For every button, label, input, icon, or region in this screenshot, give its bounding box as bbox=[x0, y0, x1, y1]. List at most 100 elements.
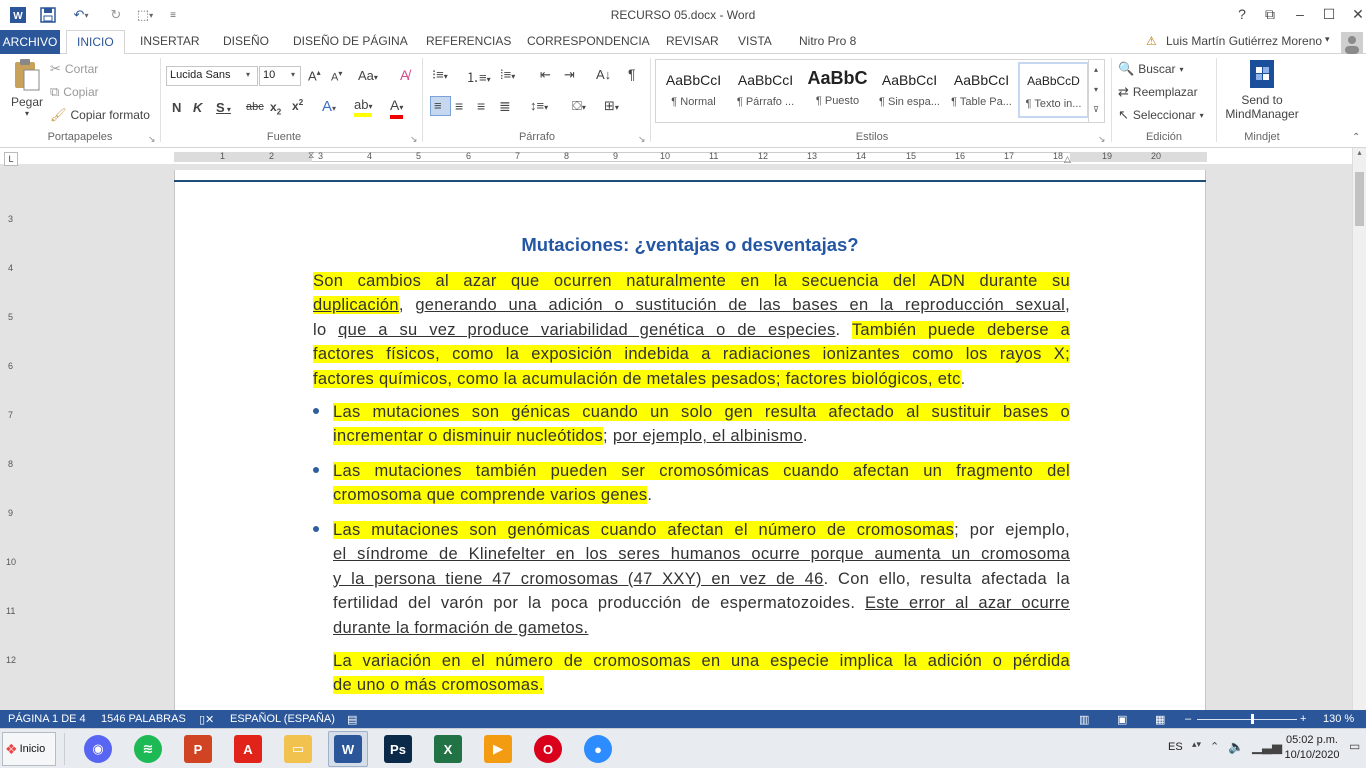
volume-icon[interactable]: 🔈 bbox=[1228, 739, 1244, 755]
font-color-icon[interactable]: A▾ bbox=[390, 98, 404, 119]
help-button[interactable]: ? bbox=[1228, 6, 1256, 24]
vertical-scrollbar[interactable]: ▴ bbox=[1352, 148, 1366, 710]
style-normal[interactable]: AaBbCcI ¶ Normal bbox=[658, 62, 729, 118]
taskbar-app-excel[interactable]: X bbox=[428, 731, 468, 767]
web-layout-icon[interactable]: ▦ bbox=[1155, 713, 1165, 726]
align-center-icon[interactable]: ≡ bbox=[455, 98, 463, 114]
tab-view[interactable]: VISTA bbox=[738, 34, 772, 48]
line-spacing-icon[interactable]: ↕≡▾ bbox=[530, 98, 548, 113]
font-family-select[interactable]: Lucida Sans bbox=[166, 66, 258, 86]
tab-mailings[interactable]: CORRESPONDENCIA bbox=[527, 34, 650, 48]
document-heading[interactable]: Mutaciones: ¿ventajas o desventajas? bbox=[174, 234, 1206, 256]
minimize-button[interactable]: – bbox=[1286, 6, 1314, 24]
copy-button[interactable]: ⧉ Copiar bbox=[50, 83, 99, 101]
right-indent-marker-icon[interactable]: △ bbox=[1064, 154, 1071, 165]
language-indicator[interactable]: ESPAÑOL (ESPAÑA) bbox=[230, 713, 335, 725]
macro-icon[interactable]: ▤ bbox=[347, 713, 357, 726]
taskbar-app-photoshop[interactable]: Ps bbox=[378, 731, 418, 767]
justify-icon[interactable]: ≣ bbox=[499, 98, 511, 115]
taskbar-app-media[interactable]: ▶ bbox=[478, 731, 518, 767]
zoom-slider-thumb[interactable] bbox=[1251, 714, 1254, 724]
style-table-paragraph[interactable]: AaBbCcI ¶ Table Pa... bbox=[946, 62, 1017, 118]
clock[interactable]: 05:02 p.m. 10/10/2020 bbox=[1280, 733, 1344, 763]
tab-references[interactable]: REFERENCIAS bbox=[426, 34, 511, 48]
tab-file[interactable]: ARCHIVO bbox=[0, 30, 60, 54]
multilevel-list-icon[interactable]: ⁞≡▾ bbox=[500, 67, 515, 82]
tab-design[interactable]: DISEÑO bbox=[223, 34, 269, 48]
paragraph-launcher-icon[interactable]: ↘ bbox=[638, 134, 646, 145]
tab-selector[interactable]: L bbox=[4, 152, 18, 166]
collapse-ribbon-icon[interactable]: ⌃ bbox=[1352, 132, 1360, 143]
paragraph-variation[interactable]: La variación en el número de cromosomas … bbox=[333, 649, 1070, 698]
style-no-spacing[interactable]: AaBbCcI ¶ Sin espa... bbox=[874, 62, 945, 118]
numbering-icon[interactable]: ⒈≡▾ bbox=[466, 67, 491, 86]
indent-marker-icon[interactable]: ⧖ bbox=[308, 150, 314, 161]
network-icon[interactable]: ▁▃▅ bbox=[1252, 739, 1282, 755]
tab-nitro[interactable]: Nitro Pro 8 bbox=[799, 34, 856, 48]
styles-scroll[interactable]: ▴ ▾ ⊽ bbox=[1088, 60, 1103, 122]
taskbar-app-word[interactable]: W bbox=[328, 731, 368, 767]
font-size-dropdown-icon[interactable]: ▾ bbox=[291, 70, 295, 79]
taskbar-app-discord[interactable]: ◉ bbox=[78, 731, 118, 767]
taskbar-app-opera[interactable]: O bbox=[528, 731, 568, 767]
zoom-level[interactable]: 130 % bbox=[1323, 713, 1354, 725]
zoom-in-icon[interactable]: + bbox=[1300, 713, 1306, 725]
taskbar-app-zoom[interactable]: ● bbox=[578, 731, 618, 767]
borders-icon[interactable]: ⊞▾ bbox=[604, 98, 619, 114]
shading-icon[interactable]: ⛋▾ bbox=[572, 98, 586, 114]
italic-icon[interactable]: K bbox=[193, 100, 202, 115]
start-button[interactable]: ❖ Inicio bbox=[2, 732, 56, 766]
sort-icon[interactable]: A↓ bbox=[596, 67, 611, 82]
style-title[interactable]: AaBbC ¶ Puesto bbox=[802, 62, 873, 118]
vertical-ruler[interactable]: 3 4 5 6 7 8 9 10 11 12 bbox=[6, 170, 18, 710]
show-marks-icon[interactable]: ¶ bbox=[628, 66, 636, 82]
taskbar-app-acrobat[interactable]: A bbox=[228, 731, 268, 767]
input-language[interactable]: ES bbox=[1168, 741, 1183, 753]
tab-insert[interactable]: INSERTAR bbox=[140, 34, 200, 48]
font-launcher-icon[interactable]: ↘ bbox=[410, 134, 418, 145]
zoom-slider[interactable] bbox=[1197, 719, 1297, 720]
font-family-dropdown-icon[interactable]: ▾ bbox=[246, 70, 250, 79]
avatar[interactable] bbox=[1341, 32, 1363, 54]
user-name[interactable]: Luis Martín Gutiérrez Moreno bbox=[1166, 34, 1322, 48]
print-layout-icon[interactable]: ▣ bbox=[1117, 713, 1127, 726]
bullet-genomic-mutations[interactable]: Las mutaciones son genómicas cuando afec… bbox=[333, 518, 1070, 640]
bullet-gene-mutations[interactable]: Las mutaciones son génicas cuando un sol… bbox=[333, 400, 1070, 449]
proofing-icon[interactable]: ▯✕ bbox=[199, 713, 214, 726]
horizontal-ruler[interactable]: 1 2 3 4 5 6 7 8 9 10 11 12 13 14 15 16 1… bbox=[174, 150, 1207, 164]
word-count[interactable]: 1546 PALABRAS bbox=[101, 713, 186, 725]
select-button[interactable]: ↖ Seleccionar ▾ bbox=[1118, 106, 1204, 124]
text-effects-icon[interactable]: A▾ bbox=[322, 98, 336, 115]
zoom-out-icon[interactable]: – bbox=[1185, 713, 1191, 725]
clear-formatting-icon[interactable]: A̸ bbox=[400, 67, 409, 83]
paragraph-intro[interactable]: Son cambios al azar que ocurren naturalm… bbox=[313, 269, 1070, 391]
cut-button[interactable]: ✂ Cortar bbox=[50, 60, 98, 78]
grow-font-icon[interactable]: A▴ bbox=[308, 68, 321, 83]
tab-review[interactable]: REVISAR bbox=[666, 34, 719, 48]
bullet-chromosomal-mutations[interactable]: Las mutaciones también pueden ser cromos… bbox=[333, 459, 1070, 508]
underline-icon[interactable]: S ▾ bbox=[216, 100, 231, 115]
language-options-icon[interactable]: ▴▾ bbox=[1192, 739, 1201, 750]
style-list-paragraph[interactable]: AaBbCcI ¶ Párrafo ... bbox=[730, 62, 801, 118]
paste-button[interactable]: Pegar ▾ bbox=[8, 58, 46, 128]
bold-icon[interactable]: N bbox=[172, 100, 181, 115]
scroll-thumb[interactable] bbox=[1355, 172, 1364, 226]
taskbar-app-spotify[interactable]: ≋ bbox=[128, 731, 168, 767]
strikethrough-icon[interactable]: abc bbox=[246, 101, 264, 113]
notifications-icon[interactable]: ▭ bbox=[1349, 739, 1360, 753]
bullets-icon[interactable]: ⁝≡▾ bbox=[432, 67, 448, 83]
increase-indent-icon[interactable]: ⇥ bbox=[564, 67, 575, 83]
tab-page-layout[interactable]: DISEÑO DE PÁGINA bbox=[293, 34, 408, 48]
change-case-icon[interactable]: Aa▾ bbox=[358, 68, 378, 83]
find-button[interactable]: 🔍 Buscar ▾ bbox=[1118, 60, 1184, 78]
align-right-icon[interactable]: ≡ bbox=[477, 98, 485, 114]
replace-button[interactable]: ⇄ Reemplazar bbox=[1118, 83, 1198, 101]
format-painter-button[interactable]: 🖌 Copiar formato bbox=[50, 106, 150, 124]
superscript-icon[interactable]: x2 bbox=[292, 98, 303, 113]
shrink-font-icon[interactable]: A▾ bbox=[331, 69, 342, 84]
style-body-text[interactable]: AaBbCcD ¶ Texto in... bbox=[1018, 62, 1089, 118]
show-hidden-icons-icon[interactable]: ⌃ bbox=[1210, 740, 1219, 753]
subscript-icon[interactable]: x2 bbox=[270, 100, 281, 116]
highlight-icon[interactable]: ab▾ bbox=[354, 98, 373, 117]
align-left-icon[interactable]: ≡ bbox=[430, 96, 451, 116]
